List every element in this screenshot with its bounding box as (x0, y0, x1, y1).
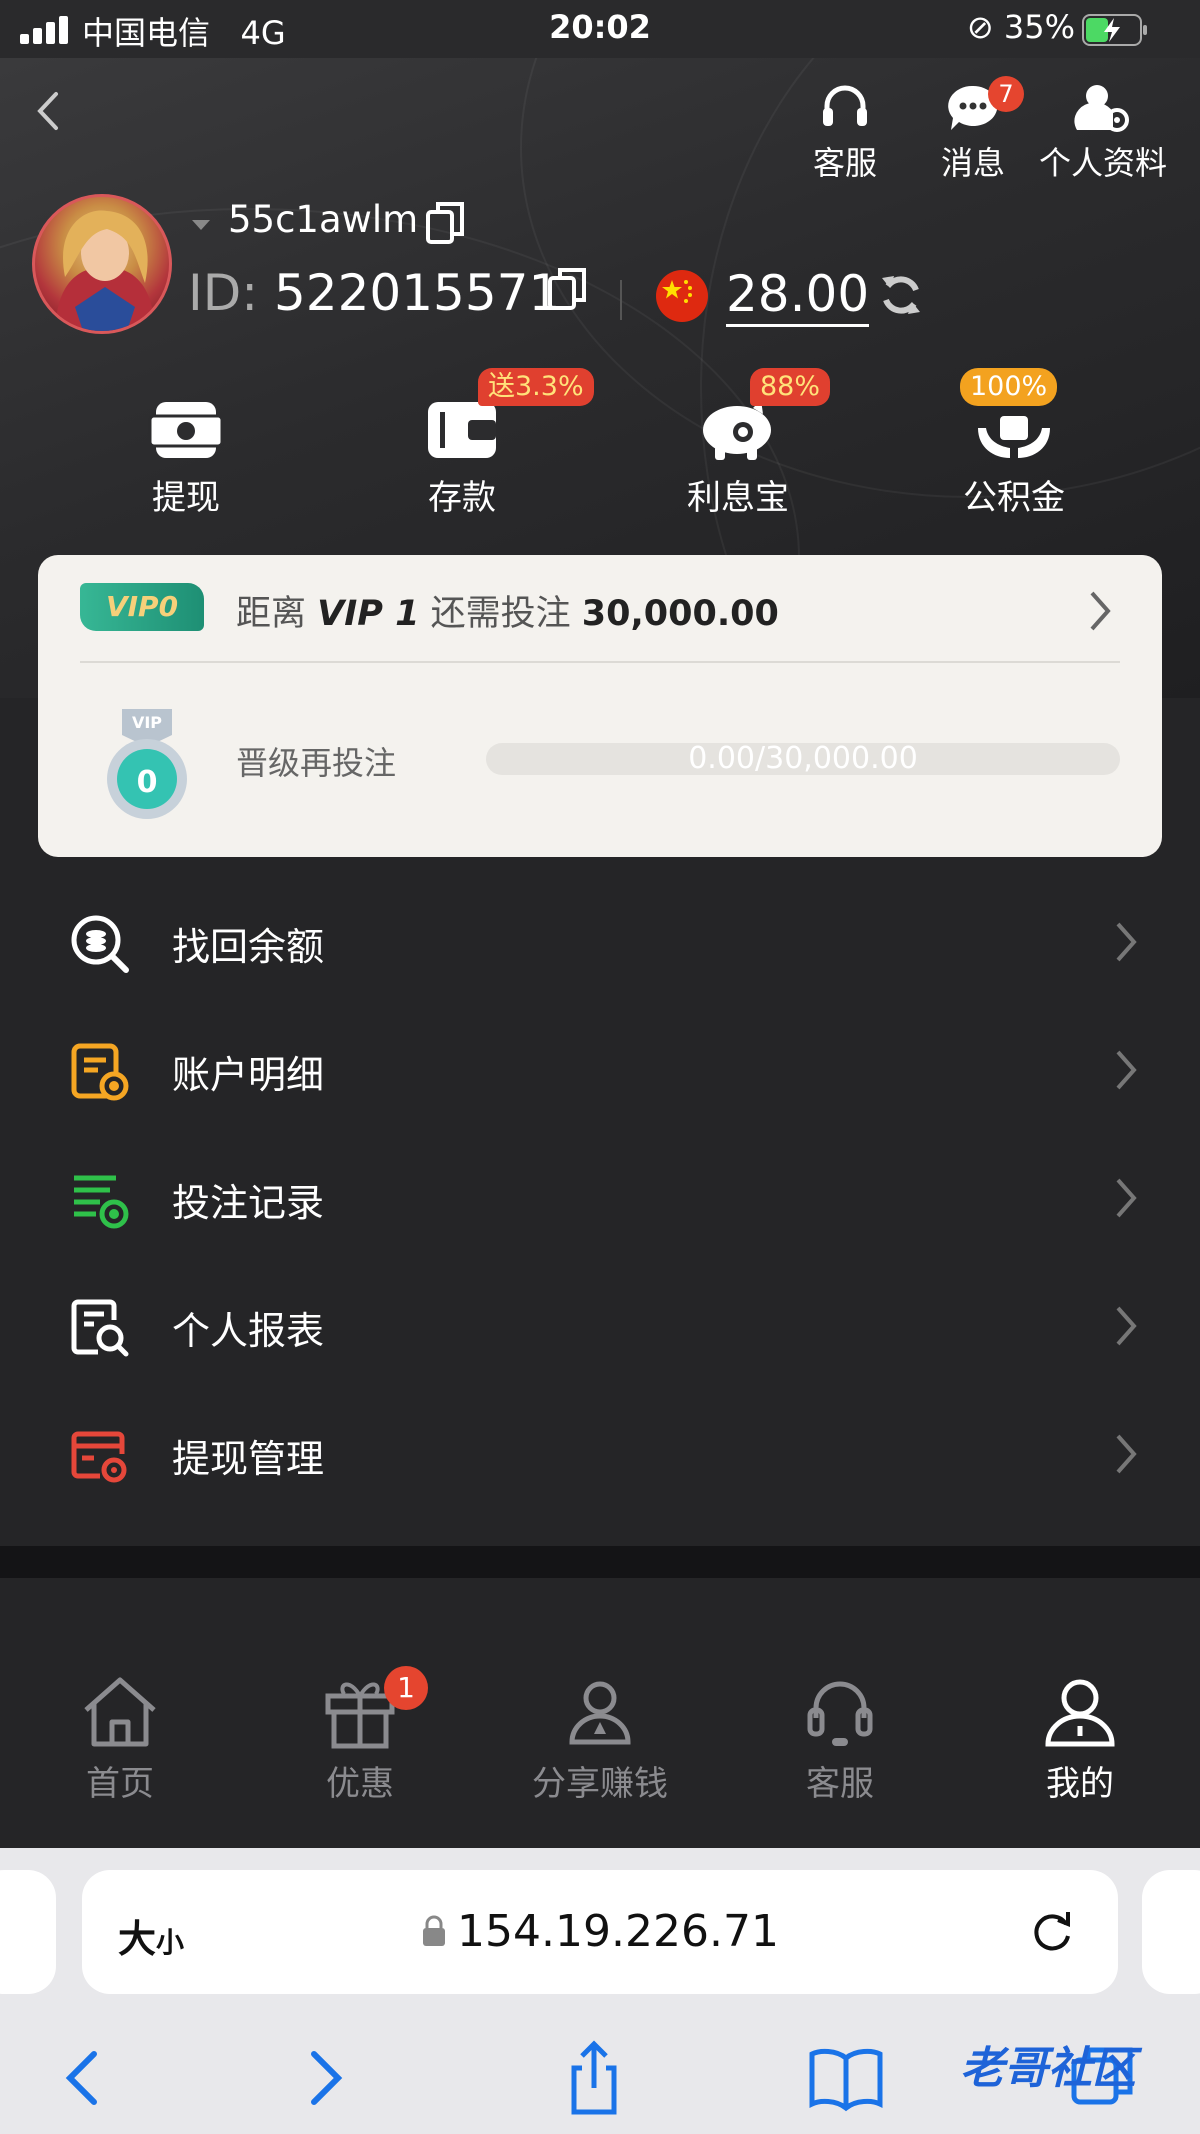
chevron-right-icon (1116, 1306, 1137, 1346)
status-bar: 中国电信 4G 20:02 ⊘ 35% (0, 0, 1200, 58)
next-tab-card[interactable] (1142, 1870, 1200, 1994)
provident-fund-button[interactable]: 公积金 100% (914, 368, 1114, 519)
menu-item-personal-report[interactable]: 个人报表 (0, 1262, 1200, 1390)
coin-search-icon (71, 915, 129, 973)
back-icon[interactable] (28, 86, 68, 136)
address-bar[interactable]: 大小 154.19.226.71 (82, 1870, 1118, 1994)
tab-customer-service[interactable]: 客服 (730, 1674, 950, 1805)
vip-medal-icon: VIP 0 (102, 705, 192, 825)
browser-forward-icon[interactable] (284, 2038, 364, 2118)
balance-amount: 28.00 (726, 264, 870, 327)
vip-requirement-text: 距离 VIP 1 还需投注 30,000.00 (236, 594, 779, 634)
report-search-icon (71, 1299, 129, 1357)
tab-home[interactable]: 首页 (10, 1674, 230, 1805)
user-settings-icon (1074, 85, 1129, 132)
bookmarks-icon[interactable] (806, 2038, 886, 2118)
upgrade-label: 晋级再投注 (236, 744, 397, 782)
previous-tab-card[interactable] (0, 1870, 56, 1994)
battery-label: ⊘ 35% (966, 8, 1075, 46)
tab-promotions[interactable]: 优惠 1 (250, 1666, 470, 1805)
messages-button[interactable]: 消息 7 (908, 76, 1038, 184)
piggy-bank-icon (703, 400, 771, 460)
home-icon (84, 1677, 156, 1747)
chevron-right-icon (1116, 1178, 1137, 1218)
menu-item-withdraw-manage[interactable]: 提现管理 (0, 1390, 1200, 1518)
china-flag-icon (656, 270, 708, 322)
vip-level-badge: VIP0 (80, 583, 204, 631)
url-display[interactable]: 154.19.226.71 (82, 1906, 1118, 1957)
more-menu-items (0, 1578, 1200, 1648)
hands-money-icon (978, 416, 1050, 458)
tab-profile[interactable]: 我的 (970, 1674, 1190, 1805)
chevron-right-icon[interactable] (1088, 589, 1112, 633)
interest-treasure-button[interactable]: 利息宝 88% (638, 368, 838, 519)
message-count-badge: 7 (988, 76, 1024, 112)
deposit-button[interactable]: 存款 送3.3% (362, 368, 594, 519)
vip-progress-bar: 0.00/30,000.00 (486, 743, 1120, 775)
rotation-lock-icon: ⊘ (966, 8, 994, 46)
chevron-right-icon (1116, 1050, 1137, 1090)
profile-settings-button[interactable]: 个人资料 (1036, 82, 1170, 184)
withdraw-button[interactable]: 提现 (86, 398, 286, 519)
promotions-badge: 1 (384, 1666, 428, 1710)
share-people-icon (569, 1681, 631, 1745)
section-divider (0, 1546, 1200, 1578)
divider (80, 661, 1120, 663)
lock-icon (423, 1915, 446, 1946)
share-icon[interactable] (554, 2038, 634, 2118)
headset-icon (807, 1681, 873, 1746)
battery-icon (1082, 14, 1147, 46)
interest-rate-badge: 88% (750, 368, 831, 406)
withdraw-manage-icon (71, 1431, 127, 1483)
wallet-icon (428, 402, 496, 458)
divider (620, 280, 622, 320)
user-id: ID: 522015571 (188, 264, 561, 322)
headset-icon (823, 85, 867, 126)
username: 55c1awlm (228, 198, 419, 241)
withdraw-icon (148, 402, 224, 458)
watermark-logo: 老哥社区 (960, 2043, 1136, 2094)
reload-icon[interactable] (1026, 1906, 1078, 1958)
bet-record-icon (74, 1175, 129, 1229)
menu-item-account-detail[interactable]: 账户明细 (0, 1006, 1200, 1134)
browser-back-icon[interactable] (44, 2038, 124, 2118)
account-detail-icon (71, 1043, 129, 1101)
vip-progress-card[interactable]: VIP0 距离 VIP 1 还需投注 30,000.00 VIP 0 晋级再投注… (38, 555, 1162, 857)
menu-item-bet-record[interactable]: 投注记录 (0, 1134, 1200, 1262)
menu-item-recover-balance[interactable]: 找回余额 (0, 878, 1200, 1006)
chevron-right-icon (1116, 922, 1137, 962)
avatar[interactable] (32, 194, 172, 334)
deposit-bonus-badge: 送3.3% (478, 368, 594, 406)
copy-username-icon[interactable] (424, 200, 466, 246)
provident-fund-badge: 100% (960, 368, 1058, 406)
dropdown-triangle-icon[interactable] (190, 218, 212, 232)
profile-icon (1045, 1679, 1115, 1747)
customer-service-button[interactable]: 客服 (780, 82, 910, 184)
chevron-right-icon (1116, 1434, 1137, 1474)
tab-share-earn[interactable]: 分享赚钱 (490, 1674, 710, 1805)
refresh-balance-icon[interactable] (878, 272, 924, 318)
copy-id-icon[interactable] (546, 266, 588, 312)
bottom-tab-bar: 首页 优惠 1 分享赚钱 客服 我的 (0, 1648, 1200, 1848)
